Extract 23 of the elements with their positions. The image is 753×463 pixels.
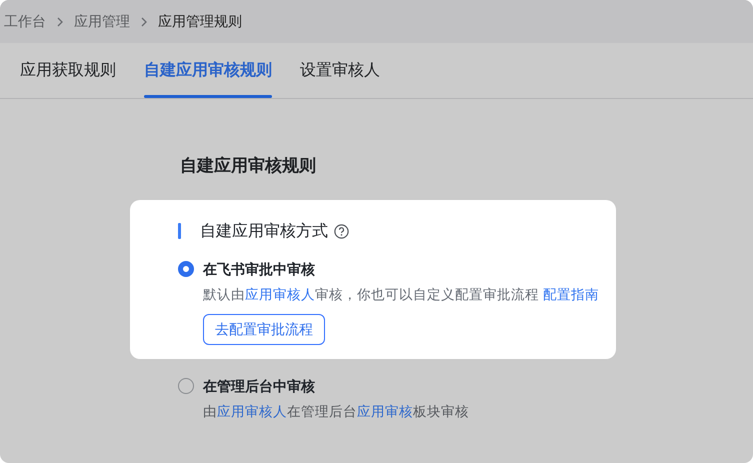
chevron-right-icon bbox=[56, 16, 64, 26]
section-marker bbox=[178, 223, 181, 239]
breadcrumb-current: 应用管理规则 bbox=[158, 12, 242, 30]
link[interactable]: 应用审核人 bbox=[245, 287, 315, 302]
breadcrumb-link[interactable]: 应用管理 bbox=[74, 12, 130, 30]
option-description: 默认由应用审核人审核，你也可以自定义配置审批流程 配置指南 bbox=[203, 286, 600, 304]
link[interactable]: 应用审核人 bbox=[217, 404, 287, 419]
tab[interactable]: 设置审核人 bbox=[300, 43, 380, 98]
link[interactable]: 应用审核 bbox=[357, 404, 413, 419]
page-heading: 自建应用审核规则 bbox=[180, 155, 317, 177]
radio-button[interactable] bbox=[178, 261, 194, 277]
option-label[interactable]: 在飞书审批中审核 bbox=[203, 258, 616, 280]
breadcrumb-link[interactable]: 工作台 bbox=[4, 12, 46, 30]
option-label[interactable]: 在管理后台中审核 bbox=[203, 375, 753, 397]
tab[interactable]: 应用获取规则 bbox=[20, 43, 116, 98]
option-description: 由应用审核人在管理后台应用审核板块审核 bbox=[203, 403, 470, 421]
tab[interactable]: 自建应用审核规则 bbox=[144, 43, 272, 98]
chevron-right-icon bbox=[140, 16, 148, 26]
configure-button[interactable]: 去配置审批流程 bbox=[203, 314, 325, 345]
section-title: 自建应用审核方式 bbox=[200, 222, 328, 242]
radio-button[interactable] bbox=[178, 378, 194, 394]
link[interactable]: 配置指南 bbox=[542, 287, 599, 302]
help-icon[interactable] bbox=[334, 224, 349, 238]
